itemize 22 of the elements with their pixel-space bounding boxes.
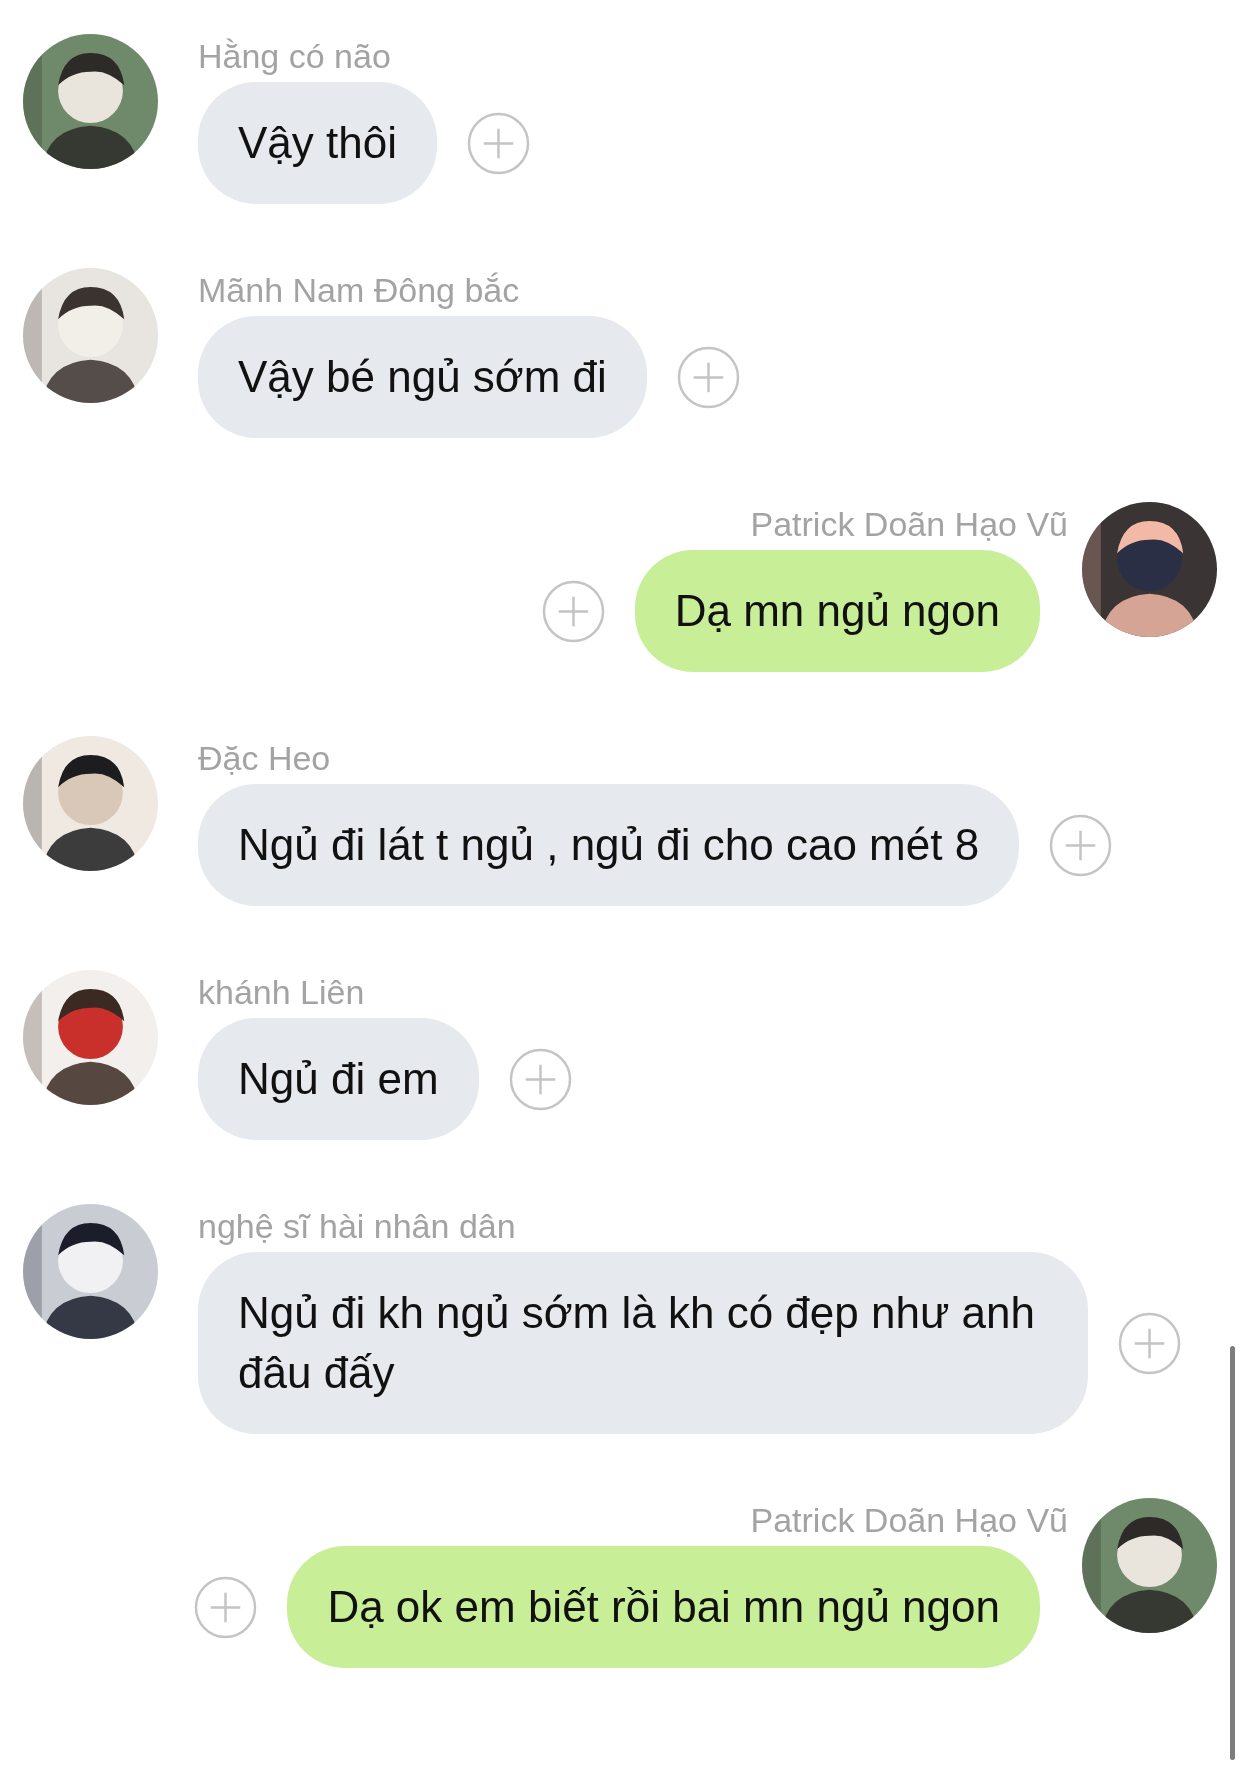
message-bubble: Dạ mn ngủ ngon bbox=[634, 550, 1040, 672]
add-reaction-icon[interactable] bbox=[1118, 1311, 1181, 1375]
message-bubble: Ngủ đi kh ngủ sớm là kh có đẹp như anh đâu đấy bbox=[198, 1252, 1088, 1434]
message-bubble: Vậy bé ngủ sớm đi bbox=[198, 316, 647, 438]
message-bubble: Dạ ok em biết rồi bai mn ngủ ngon bbox=[287, 1546, 1040, 1668]
sender-name: Mãnh Nam Đông bắc bbox=[198, 270, 520, 311]
add-reaction-icon[interactable] bbox=[194, 1575, 258, 1639]
sender-name: Đặc Heo bbox=[198, 738, 331, 779]
message-bubble: Vậy thôi bbox=[198, 82, 437, 204]
add-reaction-icon[interactable] bbox=[1049, 813, 1113, 877]
sender-name: Hằng có não bbox=[198, 36, 391, 77]
message-bubble: Ngủ đi lát t ngủ , ngủ đi cho cao mét 8 bbox=[198, 784, 1020, 906]
add-reaction-icon[interactable] bbox=[467, 111, 530, 175]
sender-name: Patrick Doãn Hạo Vũ bbox=[750, 1500, 1068, 1541]
sender-name: Patrick Doãn Hạo Vũ bbox=[750, 504, 1068, 545]
add-reaction-icon[interactable] bbox=[508, 1047, 572, 1111]
message-bubble: Ngủ đi em bbox=[198, 1018, 479, 1140]
scrollbar[interactable] bbox=[1230, 1346, 1235, 1760]
sender-name: khánh Liên bbox=[198, 972, 365, 1013]
add-reaction-icon[interactable] bbox=[541, 579, 605, 643]
add-reaction-icon[interactable] bbox=[676, 345, 740, 409]
sender-name: nghệ sĩ hài nhân dân bbox=[198, 1206, 516, 1247]
